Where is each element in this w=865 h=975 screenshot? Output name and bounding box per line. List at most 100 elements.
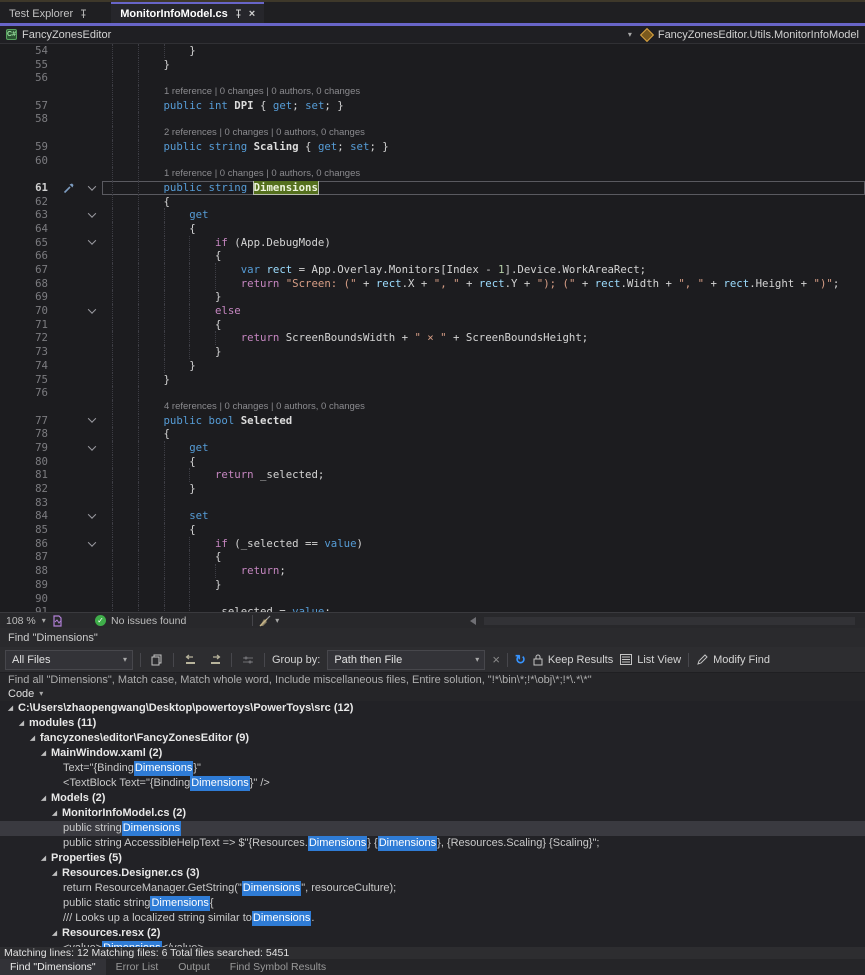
code-row[interactable]: 85 { <box>0 523 865 537</box>
previous-location-icon[interactable] <box>181 651 199 669</box>
fold-margin[interactable] <box>82 99 102 113</box>
line-number[interactable]: 58 <box>0 112 56 126</box>
code-row[interactable]: 63 get <box>0 208 865 222</box>
glyph-margin[interactable] <box>56 578 82 592</box>
fold-margin[interactable] <box>82 236 102 250</box>
line-number[interactable]: 57 <box>0 99 56 113</box>
tree-expanded-icon[interactable]: ◢ <box>52 866 57 881</box>
line-number[interactable]: 69 <box>0 290 56 304</box>
code-row[interactable]: 69 } <box>0 290 865 304</box>
line-number[interactable]: 70 <box>0 304 56 318</box>
panel-tab-output[interactable]: Output <box>168 959 220 975</box>
code-row[interactable]: 81 return _selected; <box>0 468 865 482</box>
line-number[interactable]: 71 <box>0 318 56 332</box>
result-type-filter[interactable]: Code ▾ <box>0 687 865 701</box>
fold-margin[interactable] <box>82 112 102 126</box>
tree-expanded-icon[interactable]: ◢ <box>52 926 57 941</box>
tree-expanded-icon[interactable]: ◢ <box>8 701 13 716</box>
glyph-margin[interactable] <box>56 236 82 250</box>
code-row[interactable]: 58 <box>0 112 865 126</box>
fold-margin[interactable] <box>82 605 102 612</box>
glyph-margin[interactable] <box>56 112 82 126</box>
glyph-margin[interactable] <box>56 195 82 209</box>
fold-margin[interactable] <box>82 44 102 58</box>
result-match-row[interactable]: public string AccessibleHelpText => $"{R… <box>0 836 865 851</box>
line-number[interactable]: 66 <box>0 249 56 263</box>
fold-margin[interactable] <box>82 304 102 318</box>
code-row[interactable]: 54 } <box>0 44 865 58</box>
collapse-chevron-icon[interactable] <box>88 209 96 217</box>
code-row[interactable]: 59 public string Scaling { get; set; } <box>0 140 865 154</box>
copy-results-icon[interactable] <box>148 651 166 669</box>
line-number[interactable]: 76 <box>0 386 56 400</box>
line-number[interactable]: 72 <box>0 331 56 345</box>
line-number[interactable]: 61 <box>0 181 56 195</box>
code-row[interactable]: 64 { <box>0 222 865 236</box>
code-row[interactable]: 88 return; <box>0 564 865 578</box>
tree-expanded-icon[interactable]: ◢ <box>41 851 46 866</box>
chevron-down-icon[interactable]: ▾ <box>275 616 279 625</box>
result-group-row[interactable]: ◢Resources.Designer.cs (3) <box>0 866 865 881</box>
glyph-margin[interactable] <box>56 386 82 400</box>
keep-results-button[interactable]: Keep Results <box>533 654 613 666</box>
fold-margin[interactable] <box>82 181 102 195</box>
result-match-row[interactable]: Text="{Binding Dimensions}" <box>0 761 865 776</box>
glyph-margin[interactable] <box>56 468 82 482</box>
glyph-margin[interactable] <box>56 208 82 222</box>
fold-margin[interactable] <box>82 277 102 291</box>
fold-margin[interactable] <box>82 359 102 373</box>
code-row[interactable]: 67 var rect = App.Overlay.Monitors[Index… <box>0 263 865 277</box>
glyph-margin[interactable] <box>56 427 82 441</box>
code-row[interactable]: 55 } <box>0 58 865 72</box>
scope-dropdown[interactable]: All Files ▾ <box>5 650 133 670</box>
glyph-margin[interactable] <box>56 400 82 414</box>
glyph-margin[interactable] <box>56 564 82 578</box>
collapse-chevron-icon[interactable] <box>88 305 96 313</box>
fold-margin[interactable] <box>82 290 102 304</box>
line-number[interactable]: 56 <box>0 71 56 85</box>
code-row[interactable]: 56 <box>0 71 865 85</box>
fold-margin[interactable] <box>82 167 102 181</box>
glyph-margin[interactable] <box>56 592 82 606</box>
quick-actions-screwdriver-icon[interactable] <box>63 182 75 194</box>
code-row[interactable]: 90 <box>0 592 865 606</box>
result-group-row[interactable]: ◢Resources.resx (2) <box>0 926 865 941</box>
collapse-chevron-icon[interactable] <box>88 511 96 519</box>
cancel-search-icon[interactable]: × <box>492 652 500 667</box>
find-results-tree[interactable]: ◢C:\Users\zhaopengwang\Desktop\powertoys… <box>0 701 865 947</box>
tab-test-explorer[interactable]: Test Explorer <box>0 2 97 23</box>
panel-tab-find-dimensions[interactable]: Find "Dimensions" <box>0 959 106 975</box>
code-row[interactable]: 86 if (_selected == value) <box>0 537 865 551</box>
fold-margin[interactable] <box>82 455 102 469</box>
breadcrumb-project[interactable]: FancyZonesEditor <box>22 29 111 41</box>
line-number[interactable]: 64 <box>0 222 56 236</box>
fold-margin[interactable] <box>82 71 102 85</box>
result-group-row[interactable]: ◢Properties (5) <box>0 851 865 866</box>
code-row[interactable]: 82 } <box>0 482 865 496</box>
line-number[interactable] <box>0 126 56 140</box>
glyph-margin[interactable] <box>56 71 82 85</box>
code-row[interactable]: 80 { <box>0 455 865 469</box>
pin-icon[interactable] <box>234 9 243 19</box>
fold-margin[interactable] <box>82 195 102 209</box>
glyph-margin[interactable] <box>56 249 82 263</box>
tab-monitorinfomodel[interactable]: MonitorInfoModel.cs × <box>111 2 264 23</box>
glyph-margin[interactable] <box>56 523 82 537</box>
glyph-margin[interactable] <box>56 373 82 387</box>
code-row[interactable]: 66 { <box>0 249 865 263</box>
line-number[interactable]: 89 <box>0 578 56 592</box>
line-number[interactable]: 78 <box>0 427 56 441</box>
glyph-margin[interactable] <box>56 99 82 113</box>
panel-tab-find-symbol-results[interactable]: Find Symbol Results <box>220 959 336 975</box>
line-number[interactable]: 82 <box>0 482 56 496</box>
line-number[interactable]: 74 <box>0 359 56 373</box>
glyph-margin[interactable] <box>56 537 82 551</box>
code-row[interactable]: 78 { <box>0 427 865 441</box>
list-view-button[interactable]: List View <box>620 654 681 666</box>
codelens-row[interactable]: 4 references | 0 changes | 0 authors, 0 … <box>0 400 865 414</box>
result-match-row[interactable]: return ResourceManager.GetString("Dimens… <box>0 881 865 896</box>
fold-margin[interactable] <box>82 85 102 99</box>
fold-margin[interactable] <box>82 427 102 441</box>
glyph-margin[interactable] <box>56 455 82 469</box>
codelens-row[interactable]: 2 references | 0 changes | 0 authors, 0 … <box>0 126 865 140</box>
